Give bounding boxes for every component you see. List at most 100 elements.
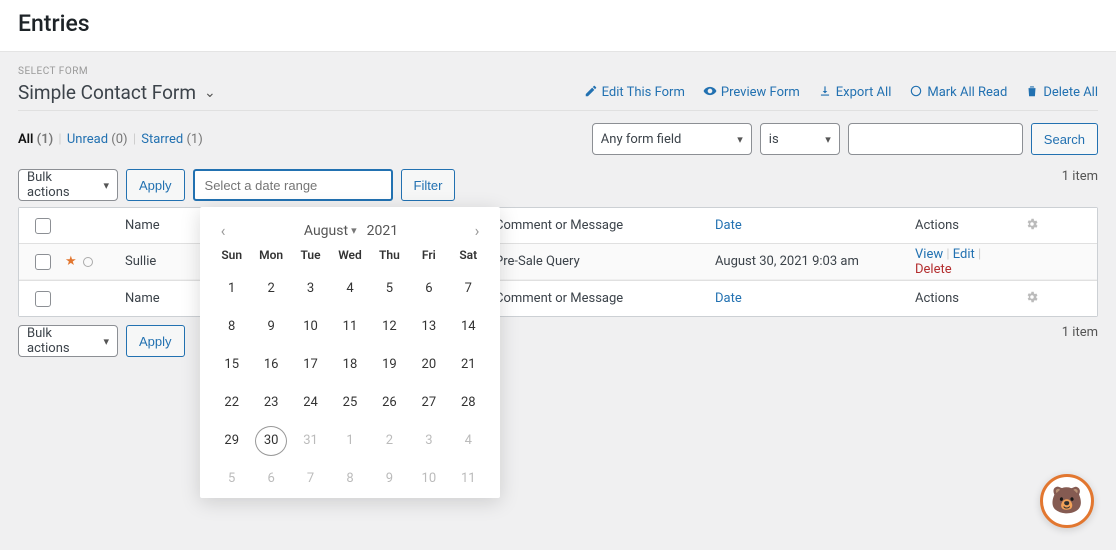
delete-all-link[interactable]: Delete All — [1025, 84, 1098, 102]
form-selector[interactable]: Simple Contact Form ⌄ — [18, 81, 216, 104]
search-value-input[interactable] — [848, 123, 1023, 155]
col-comment-foot: Comment or Message — [489, 291, 709, 306]
calendar-day[interactable]: 26 — [373, 388, 405, 418]
calendar-grid: SunMonTueWedThuFriSat1234567891011121314… — [212, 248, 488, 494]
calendar-day[interactable]: 11 — [334, 312, 366, 342]
calendar-day[interactable]: 24 — [295, 388, 327, 418]
gear-icon[interactable] — [1025, 293, 1039, 308]
search-button[interactable]: Search — [1031, 123, 1098, 155]
bulk-row-bottom: Bulk actions ▾ Apply 1 item — [18, 325, 1098, 357]
tab-unread[interactable]: Unread (0) — [67, 132, 128, 147]
bulk-actions-select-bottom[interactable]: Bulk actions ▾ — [18, 325, 118, 357]
calendar-day[interactable]: 13 — [413, 312, 445, 342]
filters-row: All (1) | Unread (0) | Starred (1) Any f… — [18, 123, 1098, 155]
calendar-day[interactable]: 29 — [216, 426, 248, 456]
calendar-day[interactable]: 17 — [295, 350, 327, 380]
calendar-month-select[interactable]: August ▾ — [302, 223, 359, 239]
calendar-day[interactable]: 31 — [295, 426, 327, 456]
calendar-day[interactable]: 6 — [413, 274, 445, 304]
edit-form-link[interactable]: Edit This Form — [584, 84, 685, 102]
delete-link[interactable]: Delete — [915, 262, 952, 277]
calendar-day[interactable]: 2 — [373, 426, 405, 456]
date-picker-popup: ‹ August ▾ 2021 › SunMonTueWedThuFriSat1… — [200, 207, 500, 498]
calendar-day[interactable]: 22 — [216, 388, 248, 418]
calendar-day[interactable]: 15 — [216, 350, 248, 380]
calendar-day[interactable]: 3 — [295, 274, 327, 304]
preview-form-link[interactable]: Preview Form — [703, 84, 800, 102]
calendar-day[interactable]: 16 — [255, 350, 287, 380]
bulk-left: Bulk actions ▾ Apply Filter — [18, 169, 455, 201]
preview-form-label: Preview Form — [721, 85, 800, 100]
item-count-bottom: 1 item — [1062, 325, 1098, 340]
calendar-day[interactable]: 8 — [334, 464, 366, 494]
calendar-day[interactable]: 5 — [216, 464, 248, 494]
calendar-day[interactable]: 30 — [255, 426, 287, 456]
calendar-next-icon[interactable]: › — [468, 221, 486, 240]
calendar-day[interactable]: 6 — [255, 464, 287, 494]
calendar-day[interactable]: 23 — [255, 388, 287, 418]
page-title: Entries — [18, 10, 1098, 37]
calendar-day[interactable]: 18 — [334, 350, 366, 380]
calendar-day[interactable]: 19 — [373, 350, 405, 380]
row-checkbox[interactable] — [35, 254, 51, 270]
tab-starred[interactable]: Starred (1) — [141, 132, 203, 147]
calendar-day[interactable]: 4 — [334, 274, 366, 304]
calendar-day[interactable]: 1 — [216, 274, 248, 304]
calendar-day[interactable]: 10 — [295, 312, 327, 342]
calendar-day[interactable]: 4 — [452, 426, 484, 456]
filter-button[interactable]: Filter — [401, 169, 456, 201]
calendar-day[interactable]: 11 — [452, 464, 484, 494]
bulk-actions-select[interactable]: Bulk actions ▾ — [18, 169, 118, 201]
calendar-day[interactable]: 28 — [452, 388, 484, 418]
calendar-day[interactable]: 12 — [373, 312, 405, 342]
mark-all-read-link[interactable]: Mark All Read — [909, 84, 1007, 102]
calendar-day[interactable]: 5 — [373, 274, 405, 304]
calendar-day[interactable]: 8 — [216, 312, 248, 342]
calendar-day[interactable]: 7 — [295, 464, 327, 494]
help-beacon[interactable]: 🐻 — [1040, 474, 1094, 528]
calendar-dow: Sat — [449, 248, 488, 266]
edit-link[interactable]: Edit — [953, 247, 975, 262]
search-field-value: Any form field — [601, 132, 682, 147]
table-footer-row: Name Comment or Message Date Actions — [19, 280, 1097, 316]
search-operator-select[interactable]: is ▾ — [760, 123, 840, 155]
calendar-day[interactable]: 20 — [413, 350, 445, 380]
export-all-link[interactable]: Export All — [818, 84, 892, 102]
search-field-select[interactable]: Any form field ▾ — [592, 123, 752, 155]
row-actions: View | Edit | Delete — [909, 247, 1019, 277]
date-range-input[interactable] — [193, 169, 393, 201]
calendar-prev-icon[interactable]: ‹ — [214, 221, 232, 240]
gear-icon[interactable] — [1025, 220, 1039, 235]
calendar-day[interactable]: 27 — [413, 388, 445, 418]
table-outer: Name Comment or Message Date Actions ★ S… — [18, 207, 1098, 317]
select-all-checkbox-bottom[interactable] — [35, 291, 51, 307]
bulk-apply-button-bottom[interactable]: Apply — [126, 325, 185, 357]
select-all-checkbox[interactable] — [35, 218, 51, 234]
calendar-day[interactable]: 25 — [334, 388, 366, 418]
chevron-down-icon: ▾ — [351, 224, 357, 237]
calendar-day[interactable]: 3 — [413, 426, 445, 456]
col-date-foot[interactable]: Date — [709, 291, 909, 306]
select-form-label: SELECT FORM — [18, 66, 1098, 77]
calendar-day[interactable]: 7 — [452, 274, 484, 304]
col-date[interactable]: Date — [709, 218, 909, 233]
read-status-icon[interactable] — [83, 257, 93, 267]
calendar-day[interactable]: 9 — [373, 464, 405, 494]
form-actions: Edit This Form Preview Form Export All M… — [584, 84, 1098, 102]
calendar-day[interactable]: 2 — [255, 274, 287, 304]
row-date: August 30, 2021 9:03 am — [709, 254, 909, 269]
calendar-day[interactable]: 1 — [334, 426, 366, 456]
calendar-day[interactable]: 9 — [255, 312, 287, 342]
view-link[interactable]: View — [915, 247, 943, 262]
bulk-actions-value: Bulk actions — [27, 170, 93, 200]
calendar-title: August ▾ 2021 — [302, 223, 398, 239]
calendar-day[interactable]: 14 — [452, 312, 484, 342]
calendar-day[interactable]: 10 — [413, 464, 445, 494]
chevron-down-icon: ⌄ — [204, 85, 216, 101]
tab-all[interactable]: All (1) — [18, 132, 53, 147]
star-icon[interactable]: ★ — [65, 254, 77, 269]
table-row[interactable]: ★ Sullie Pre-Sale Query August 30, 2021 … — [19, 244, 1097, 280]
bulk-apply-button[interactable]: Apply — [126, 169, 185, 201]
calendar-dow: Mon — [251, 248, 290, 266]
calendar-day[interactable]: 21 — [452, 350, 484, 380]
